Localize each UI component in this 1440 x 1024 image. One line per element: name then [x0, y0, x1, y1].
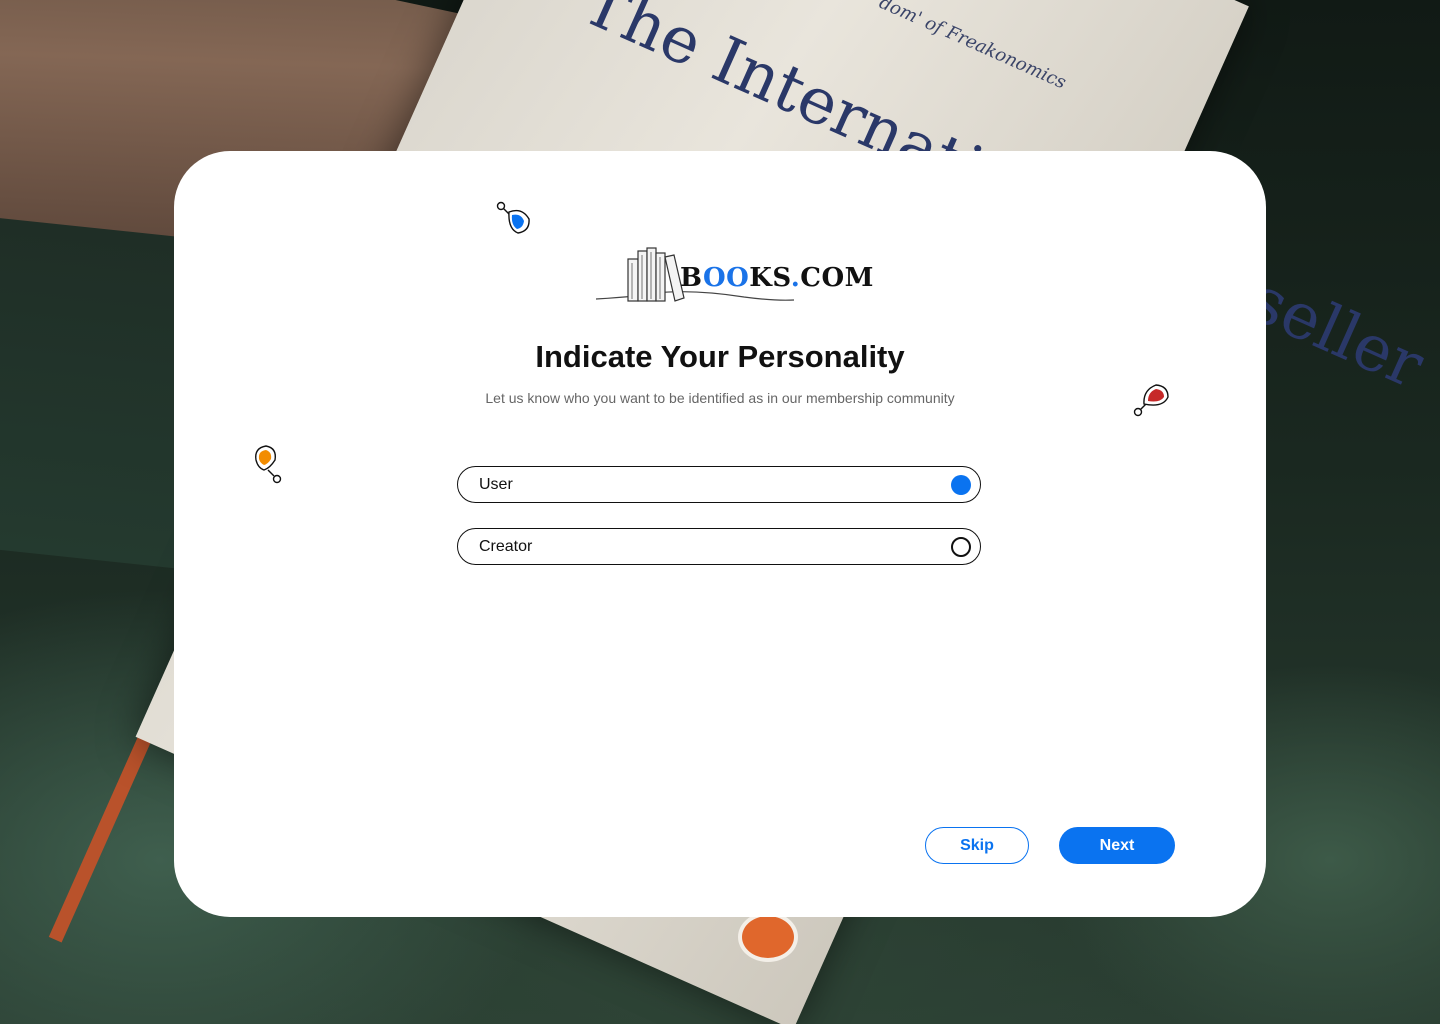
- page-subtitle: Let us know who you want to be identifie…: [485, 390, 955, 406]
- brand-wordmark-dot: .: [790, 263, 801, 293]
- brand-wordmark-ks: KS: [749, 263, 791, 293]
- brand-wordmark-b: B: [680, 263, 703, 293]
- option-creator-label: Creator: [479, 537, 533, 555]
- orange-pin-icon: [255, 445, 282, 484]
- blue-pin-icon: [496, 201, 530, 234]
- brand-logo: BOOKS.COM: [594, 243, 873, 305]
- personality-modal: BOOKS.COM Indicate Your Personality Let …: [174, 151, 1266, 917]
- brand-wordmark-oo: OO: [702, 263, 750, 293]
- background-penguin-logo: [738, 912, 798, 962]
- radio-unselected-icon[interactable]: [951, 536, 971, 557]
- radio-selected-icon[interactable]: [951, 474, 971, 495]
- next-button[interactable]: Next: [1059, 827, 1175, 864]
- brand-wordmark: BOOKS.COM: [680, 263, 874, 293]
- skip-button[interactable]: Skip: [925, 827, 1029, 864]
- option-user[interactable]: User: [457, 466, 981, 503]
- option-user-label: User: [479, 475, 513, 493]
- brand-wordmark-tld: COM: [800, 263, 874, 293]
- page-title: Indicate Your Personality: [535, 339, 905, 374]
- option-creator[interactable]: Creator: [457, 528, 981, 565]
